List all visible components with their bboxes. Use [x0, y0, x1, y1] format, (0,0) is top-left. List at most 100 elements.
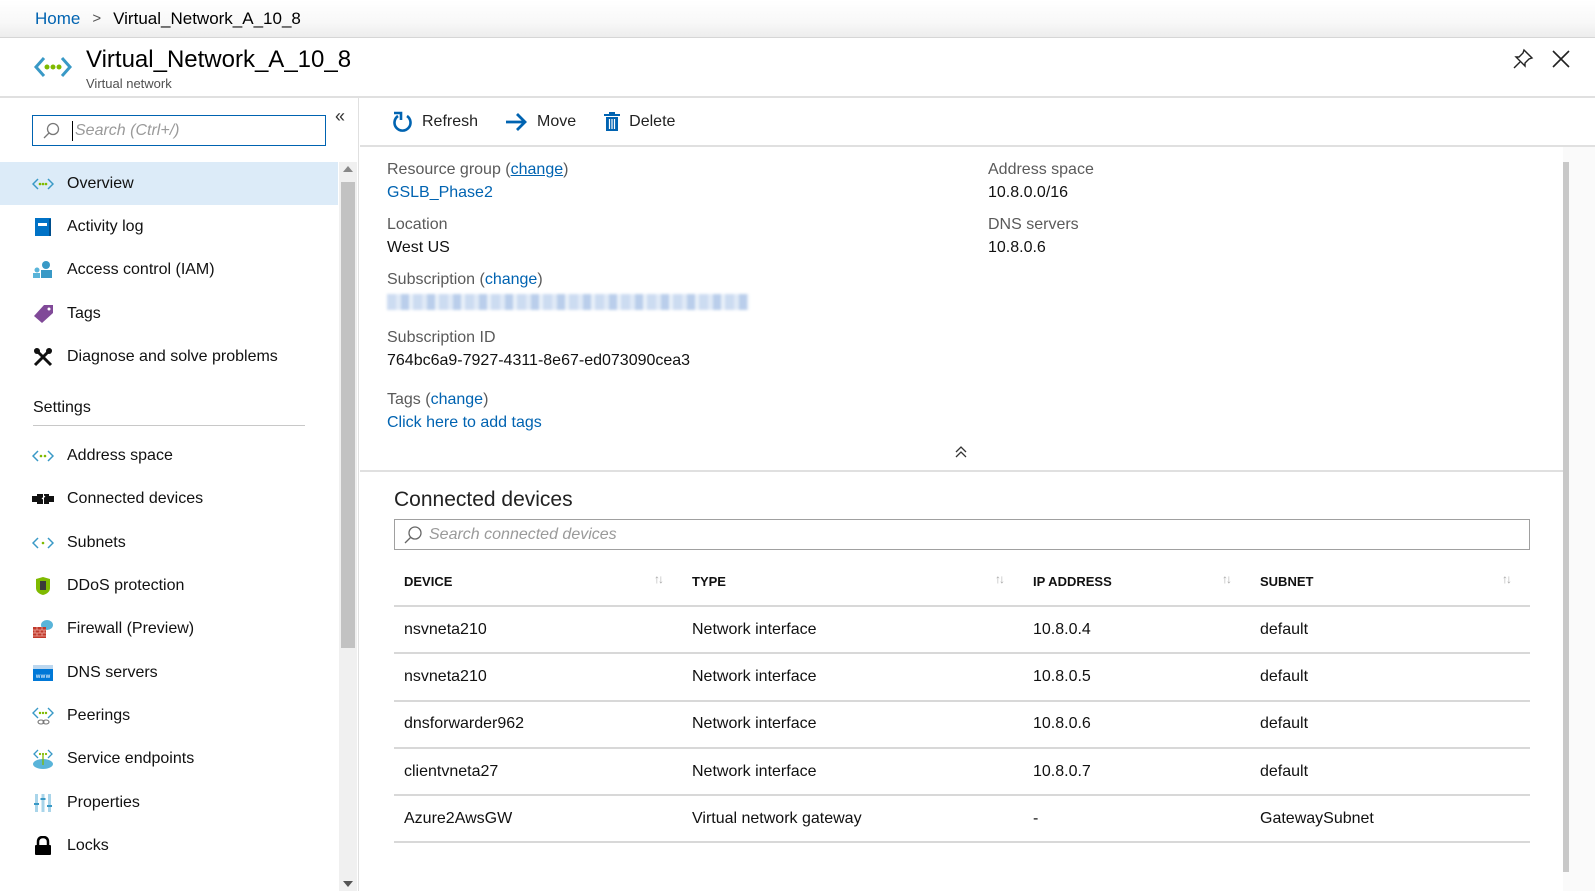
nav-item-activity-log[interactable]: Activity log	[0, 205, 338, 248]
arrow-right-icon	[506, 112, 528, 131]
scroll-down-arrow-icon[interactable]	[343, 881, 353, 887]
sort-icon[interactable]: ↑↓	[654, 572, 664, 586]
blade-header: Virtual_Network_A_10_8 Virtual network	[0, 38, 1595, 98]
nav-item-connected-devices[interactable]: Connected devices	[0, 478, 338, 521]
table-row[interactable]: Azure2AwsGW Virtual network gateway - Ga…	[394, 795, 1530, 844]
nav-item-label: Service endpoints	[67, 750, 195, 768]
collapse-nav-button[interactable]: «	[335, 106, 345, 127]
pin-icon[interactable]	[1512, 48, 1534, 70]
location-label: Location	[387, 216, 448, 233]
delete-button[interactable]: Delete	[603, 111, 676, 132]
column-header-device[interactable]: DEVICE ↑↓	[394, 558, 682, 607]
address-space-value: 10.8.0.0/16	[988, 184, 1069, 201]
nav-item-diagnose[interactable]: Diagnose and solve problems	[0, 335, 338, 378]
nav-item-address-space[interactable]: Address space	[0, 434, 338, 477]
location-value: West US	[387, 239, 450, 256]
nav-item-label: Peerings	[67, 706, 131, 724]
delete-label: Delete	[629, 112, 676, 130]
column-header-ip-address[interactable]: IP ADDRESS ↑↓	[1023, 558, 1250, 607]
nav-item-ddos-protection[interactable]: DDoS protection	[0, 564, 338, 607]
address-space-icon	[32, 445, 54, 467]
scroll-up-arrow-icon[interactable]	[343, 166, 353, 172]
cell-subnet: default	[1250, 747, 1530, 797]
nav-item-locks[interactable]: Locks	[0, 824, 338, 867]
nav-item-label: Diagnose and solve problems	[67, 347, 278, 365]
cell-ip-address: -	[1023, 795, 1250, 844]
nav-item-label: Connected devices	[67, 490, 204, 508]
sort-icon[interactable]: ↑↓	[1222, 572, 1232, 586]
table-row[interactable]: nsvneta210 Network interface 10.8.0.4 de…	[394, 606, 1530, 655]
activity-log-icon	[32, 216, 54, 238]
tags-change-link[interactable]: change	[431, 391, 484, 408]
move-label: Move	[537, 112, 577, 130]
peerings-icon	[32, 705, 54, 727]
cell-ip-address: 10.8.0.4	[1023, 606, 1250, 655]
wrench-icon	[32, 346, 54, 368]
connected-devices-search-box[interactable]	[394, 519, 1530, 550]
nav-scrollbar[interactable]	[339, 162, 357, 891]
sort-icon[interactable]: ↑↓	[1502, 572, 1512, 586]
nav-item-label: Subnets	[67, 533, 126, 551]
nav-search-input[interactable]	[72, 120, 292, 141]
nav-item-tags[interactable]: Tags	[0, 292, 338, 335]
cell-ip-address: 10.8.0.5	[1023, 653, 1250, 702]
subscription-value-redacted[interactable]	[387, 294, 749, 310]
main-scrollbar[interactable]	[1563, 147, 1595, 891]
nav-item-access-control[interactable]: Access control (IAM)	[0, 249, 338, 292]
nav-item-subnets[interactable]: Subnets	[0, 521, 338, 564]
dns-servers-label: DNS servers	[988, 216, 1079, 233]
breadcrumb-home-link[interactable]: Home	[35, 9, 80, 29]
collapse-essentials-icon[interactable]	[954, 445, 968, 459]
nav-item-properties[interactable]: Properties	[0, 781, 338, 824]
cell-type: Network interface	[682, 747, 1023, 797]
add-tags-link[interactable]: Click here to add tags	[387, 411, 749, 434]
nav-item-service-endpoints[interactable]: Service endpoints	[0, 738, 338, 781]
refresh-button[interactable]: Refresh	[392, 110, 478, 134]
ddos-shield-icon	[32, 575, 54, 597]
table-row[interactable]: clientvneta27 Network interface 10.8.0.7…	[394, 747, 1530, 797]
paren: )	[563, 161, 569, 178]
main-scrollbar-thumb[interactable]	[1563, 162, 1569, 872]
nav-search-box[interactable]	[32, 115, 326, 146]
nav-item-peerings[interactable]: Peerings	[0, 694, 338, 737]
page-title: Virtual_Network_A_10_8	[86, 46, 352, 73]
cell-type: Network interface	[682, 700, 1023, 749]
nav-item-label: Firewall (Preview)	[67, 620, 195, 638]
connected-devices-search-input[interactable]	[429, 525, 1429, 544]
subscription-id-label: Subscription ID	[387, 329, 496, 346]
resource-group-label: Resource group	[387, 161, 501, 178]
cell-ip-address: 10.8.0.6	[1023, 700, 1250, 749]
resource-group-change-link[interactable]: change	[511, 161, 564, 178]
column-header-subnet[interactable]: SUBNET ↑↓	[1250, 558, 1530, 607]
nav-item-firewall[interactable]: Firewall (Preview)	[0, 608, 338, 651]
column-header-type[interactable]: TYPE ↑↓	[682, 558, 1023, 607]
nav-scrollbar-thumb[interactable]	[341, 182, 355, 648]
nav-item-dns-servers[interactable]: www DNS servers	[0, 651, 338, 694]
table-row[interactable]: nsvneta210 Network interface 10.8.0.5 de…	[394, 653, 1530, 702]
address-space-field: Address space 10.8.0.0/16	[988, 159, 1094, 204]
subscription-change-link[interactable]: change	[485, 271, 538, 288]
nav-item-label: DNS servers	[67, 663, 158, 681]
nav-list: Overview Activity log Access control (IA…	[0, 162, 338, 867]
table-header-row: DEVICE ↑↓ TYPE ↑↓ IP ADDRESS ↑↓ SUBNET ↑↓	[394, 558, 1530, 607]
nav-item-label: Address space	[67, 447, 173, 465]
refresh-label: Refresh	[422, 112, 479, 130]
essentials-left-column: Resource group (change) GSLB_Phase2 Loca…	[387, 159, 749, 444]
table-row[interactable]: dnsforwarder962 Network interface 10.8.0…	[394, 700, 1530, 749]
paren: )	[483, 391, 489, 408]
settings-heading: Settings	[0, 382, 338, 434]
page-subtitle: Virtual network	[86, 76, 172, 91]
cell-subnet: default	[1250, 653, 1530, 702]
nav-item-label: Tags	[67, 304, 101, 322]
breadcrumb-separator: >	[92, 10, 102, 27]
connected-devices-section: Connected devices DEVICE ↑↓ TYPE ↑↓ IP ADD…	[394, 488, 1530, 844]
move-button[interactable]: Move	[505, 112, 576, 132]
subscription-id-field: Subscription ID 764bc6a9-7927-4311-8e67-…	[387, 327, 749, 372]
nav-item-label: Properties	[67, 793, 140, 811]
close-icon[interactable]	[1550, 48, 1572, 70]
resource-group-value-link[interactable]: GSLB_Phase2	[387, 181, 749, 204]
left-nav: « Overview Activity log Access control (…	[0, 98, 359, 891]
nav-item-overview[interactable]: Overview	[0, 162, 338, 206]
sort-icon[interactable]: ↑↓	[995, 572, 1005, 586]
cell-device: nsvneta210	[394, 653, 682, 702]
